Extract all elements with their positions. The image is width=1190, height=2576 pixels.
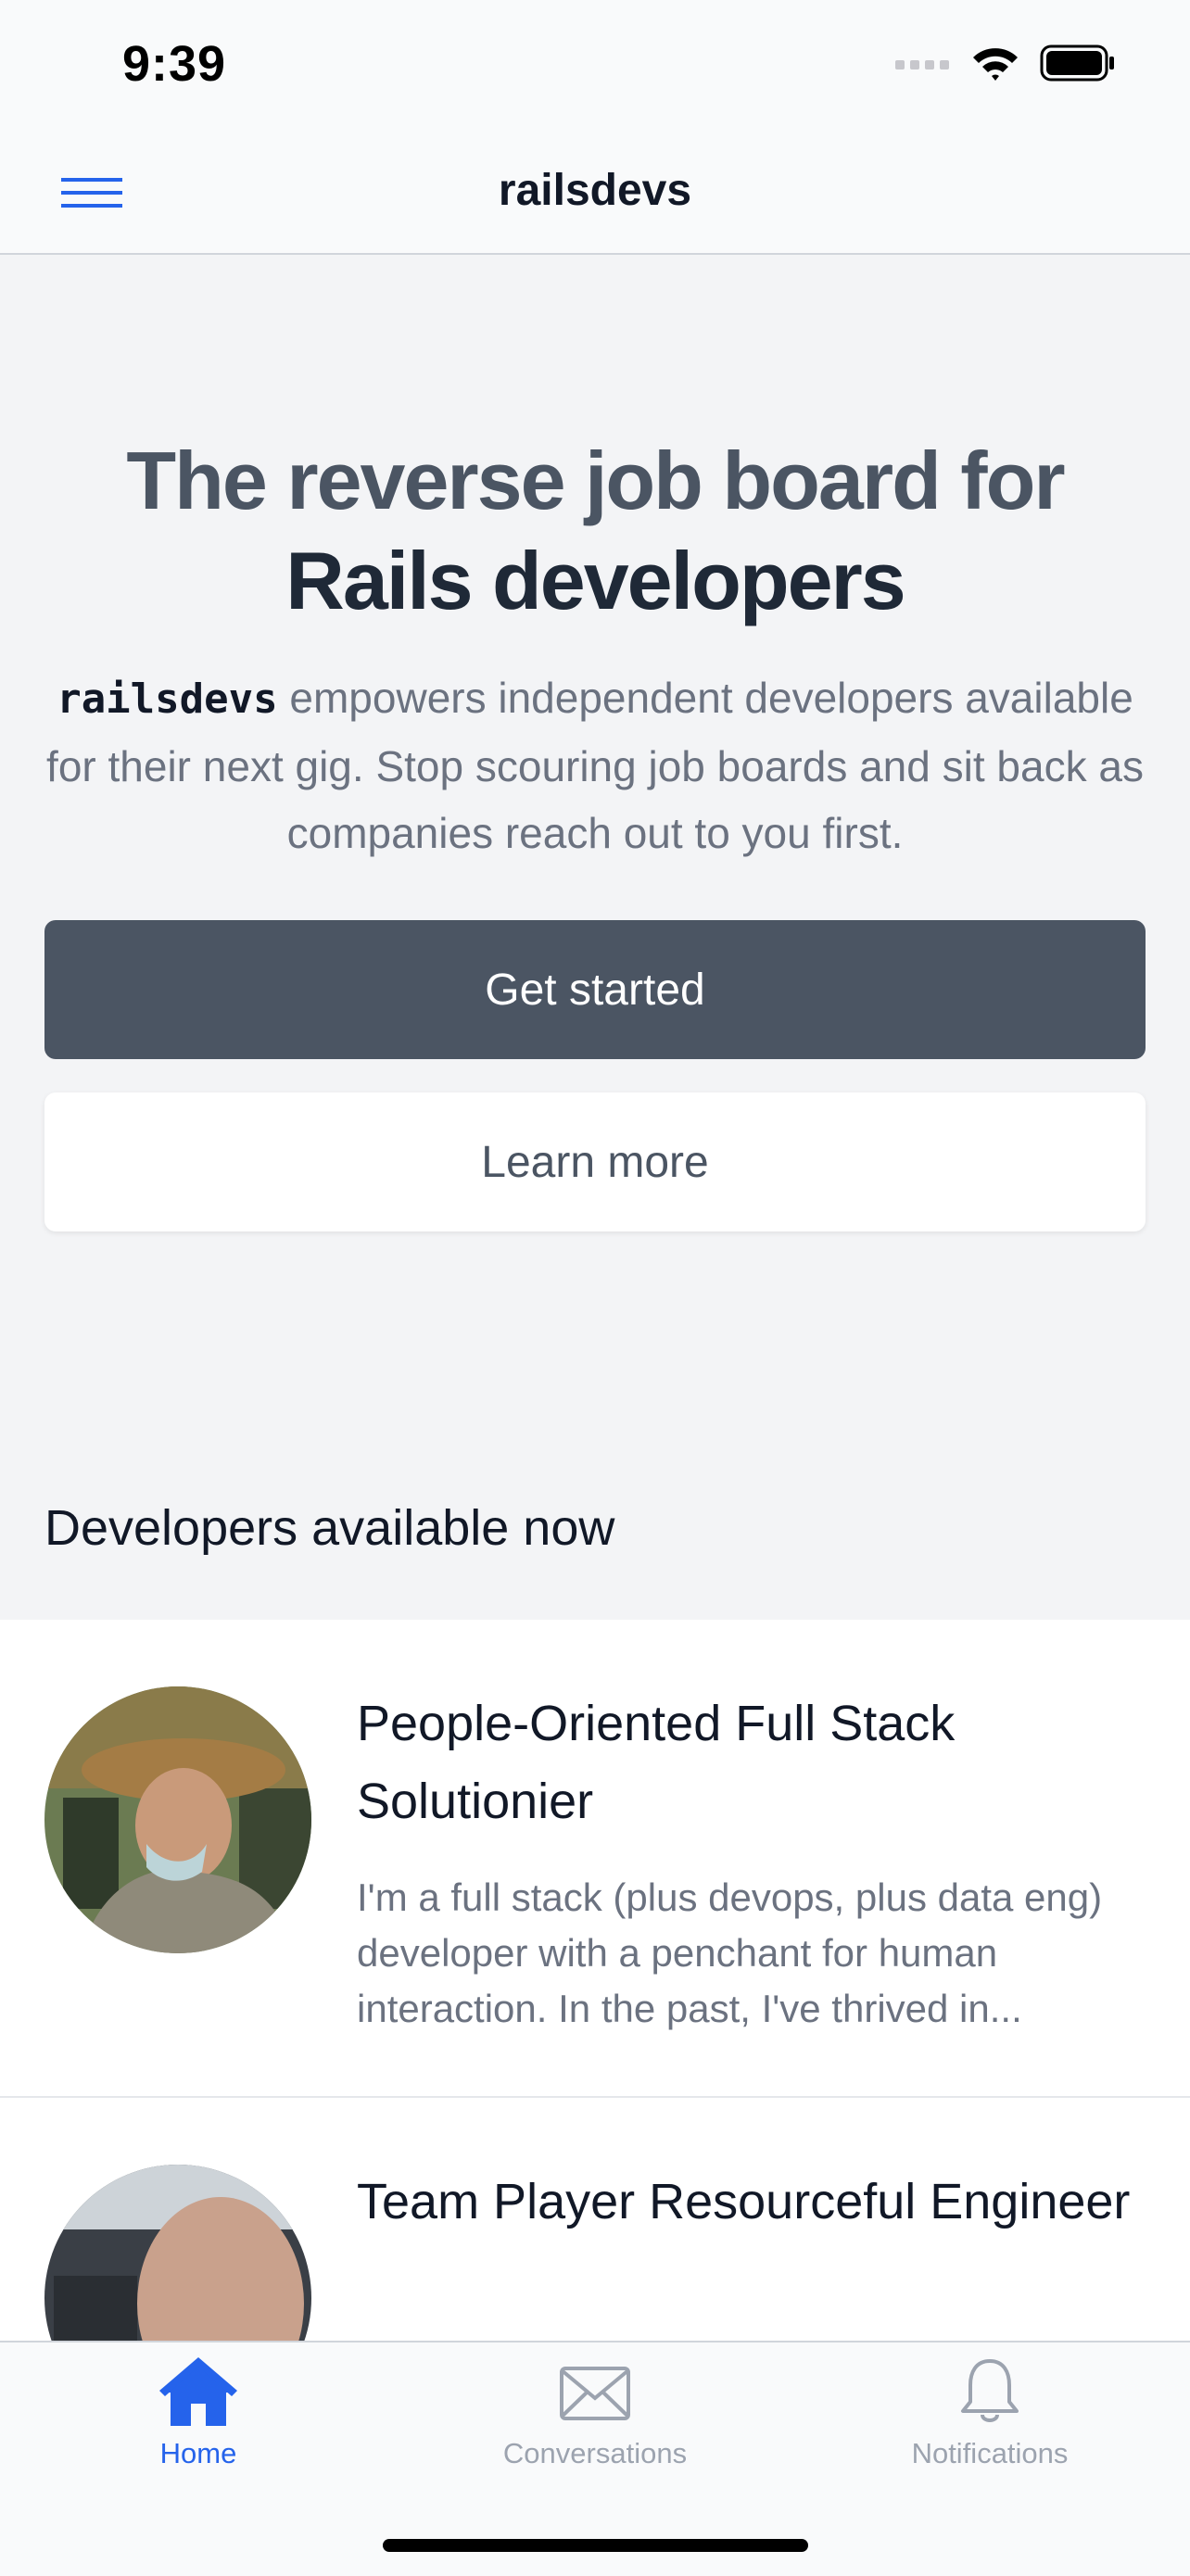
cellular-signal-icon — [895, 60, 949, 69]
developer-title: People-Oriented Full Stack Solutionier — [357, 1696, 956, 1829]
tab-home[interactable]: Home — [59, 2357, 337, 2470]
home-indicator[interactable] — [383, 2539, 808, 2552]
top-nav-bar: railsdevs — [0, 130, 1190, 255]
get-started-button[interactable]: Get started — [44, 920, 1146, 1059]
bell-icon — [961, 2359, 1019, 2422]
battery-icon — [1040, 44, 1114, 82]
developer-bio: I'm a full stack (plus devops, plus data… — [357, 1875, 1103, 2030]
status-bar: 9:39 — [0, 0, 1190, 130]
developer-avatar — [44, 1686, 311, 1953]
developer-title: Team Player Resourceful Engineer — [357, 2174, 1131, 2229]
home-icon — [159, 2357, 237, 2426]
app-title: railsdevs — [498, 166, 692, 215]
status-time: 9:39 — [122, 36, 227, 92]
hero-title-line2: Rails developers — [285, 535, 905, 626]
tab-conversations-label: Conversations — [502, 2437, 688, 2469]
envelope-icon — [560, 2367, 630, 2420]
tab-notifications[interactable]: Notifications — [851, 2357, 1129, 2470]
developers-section-heading: Developers available now — [44, 1500, 615, 1556]
wifi-icon — [973, 48, 1018, 81]
tab-notifications-label: Notifications — [911, 2437, 1069, 2469]
developer-card[interactable]: People-Oriented Full Stack Solutionier I… — [0, 1620, 1190, 2098]
learn-more-button[interactable]: Learn more — [44, 1092, 1146, 1231]
tab-conversations[interactable]: Conversations — [456, 2357, 734, 2470]
hero-title-line1: The reverse job board for — [126, 435, 1065, 526]
hero-brand-name: railsdevs — [57, 676, 278, 723]
status-icons — [895, 44, 1116, 82]
tab-home-label: Home — [159, 2437, 237, 2469]
hero-description: railsdevs empowers independent developer… — [37, 664, 1153, 866]
